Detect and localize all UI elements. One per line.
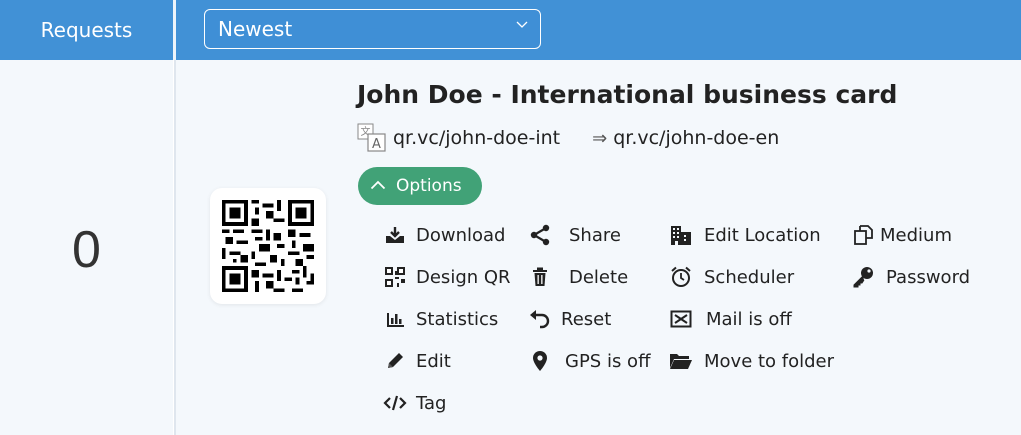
- edit-location-label: Edit Location: [704, 224, 821, 246]
- move-to-folder-button[interactable]: Move to folder: [668, 348, 834, 374]
- qr-code-thumbnail[interactable]: [210, 188, 326, 304]
- translate-icon: 文 A: [357, 123, 389, 153]
- target-url-link[interactable]: qr.vc/john-doe-en: [613, 127, 779, 149]
- envelope-x-icon: [668, 308, 694, 330]
- design-qr-button[interactable]: Design QR: [382, 264, 511, 290]
- delete-button[interactable]: Delete: [527, 264, 628, 290]
- code-tag-icon: [382, 392, 408, 414]
- gps-label: GPS is off: [565, 350, 651, 372]
- trash-icon: [527, 266, 553, 288]
- medium-button[interactable]: Medium: [850, 222, 952, 248]
- pencil-icon: [382, 350, 408, 372]
- delete-label: Delete: [569, 266, 629, 288]
- download-icon: [382, 224, 408, 246]
- options-toggle-button[interactable]: Options: [358, 167, 482, 205]
- chevron-down-icon: [516, 17, 528, 33]
- building-icon: [668, 224, 694, 246]
- short-url-link[interactable]: qr.vc/john-doe-int: [393, 127, 560, 149]
- table-header: Requests Newest: [0, 0, 1021, 60]
- reset-label: Reset: [561, 308, 612, 330]
- mail-label: Mail is off: [706, 308, 792, 330]
- design-qr-label: Design QR: [416, 266, 511, 288]
- header-divider: [173, 0, 176, 60]
- key-icon: [850, 266, 876, 288]
- scheduler-button[interactable]: Scheduler: [668, 264, 794, 290]
- share-icon: [527, 224, 553, 246]
- password-button[interactable]: Password: [850, 264, 970, 290]
- download-label: Download: [416, 224, 506, 246]
- reset-button[interactable]: Reset: [527, 306, 611, 332]
- svg-text:A: A: [372, 137, 381, 152]
- tag-label: Tag: [416, 392, 447, 414]
- redirect-arrow: ⇒: [592, 127, 608, 149]
- edit-button[interactable]: Edit: [382, 348, 451, 374]
- qr-title[interactable]: John Doe - International business card: [357, 80, 897, 109]
- tag-button[interactable]: Tag: [382, 390, 446, 416]
- qr-code-image: [222, 200, 314, 292]
- bar-chart-icon: [382, 308, 408, 330]
- copy-icon: [850, 224, 876, 246]
- gps-button[interactable]: GPS is off: [527, 348, 650, 374]
- qr-links: 文 A qr.vc/john-doe-int ⇒ qr.vc/john-doe-…: [357, 123, 779, 153]
- password-label: Password: [886, 266, 971, 288]
- chevron-up-icon: [370, 178, 386, 194]
- map-pin-icon: [527, 350, 553, 372]
- share-button[interactable]: Share: [527, 222, 621, 248]
- download-button[interactable]: Download: [382, 222, 505, 248]
- edit-label: Edit: [416, 350, 451, 372]
- medium-label: Medium: [880, 224, 952, 246]
- statistics-button[interactable]: Statistics: [382, 306, 498, 332]
- sort-select[interactable]: Newest: [204, 9, 541, 49]
- share-label: Share: [569, 224, 621, 246]
- move-to-folder-label: Move to folder: [704, 350, 835, 372]
- qr-design-icon: [382, 266, 408, 288]
- sort-selected-value: Newest: [218, 17, 293, 41]
- edit-location-button[interactable]: Edit Location: [668, 222, 821, 248]
- undo-icon: [527, 308, 553, 330]
- requests-column-header[interactable]: Requests: [0, 0, 173, 60]
- request-count: 0: [72, 221, 101, 279]
- mail-button[interactable]: Mail is off: [668, 306, 792, 332]
- scheduler-label: Scheduler: [704, 266, 795, 288]
- folder-icon: [668, 350, 694, 372]
- alarm-clock-icon: [668, 266, 694, 288]
- options-label: Options: [396, 176, 462, 196]
- statistics-label: Statistics: [416, 308, 499, 330]
